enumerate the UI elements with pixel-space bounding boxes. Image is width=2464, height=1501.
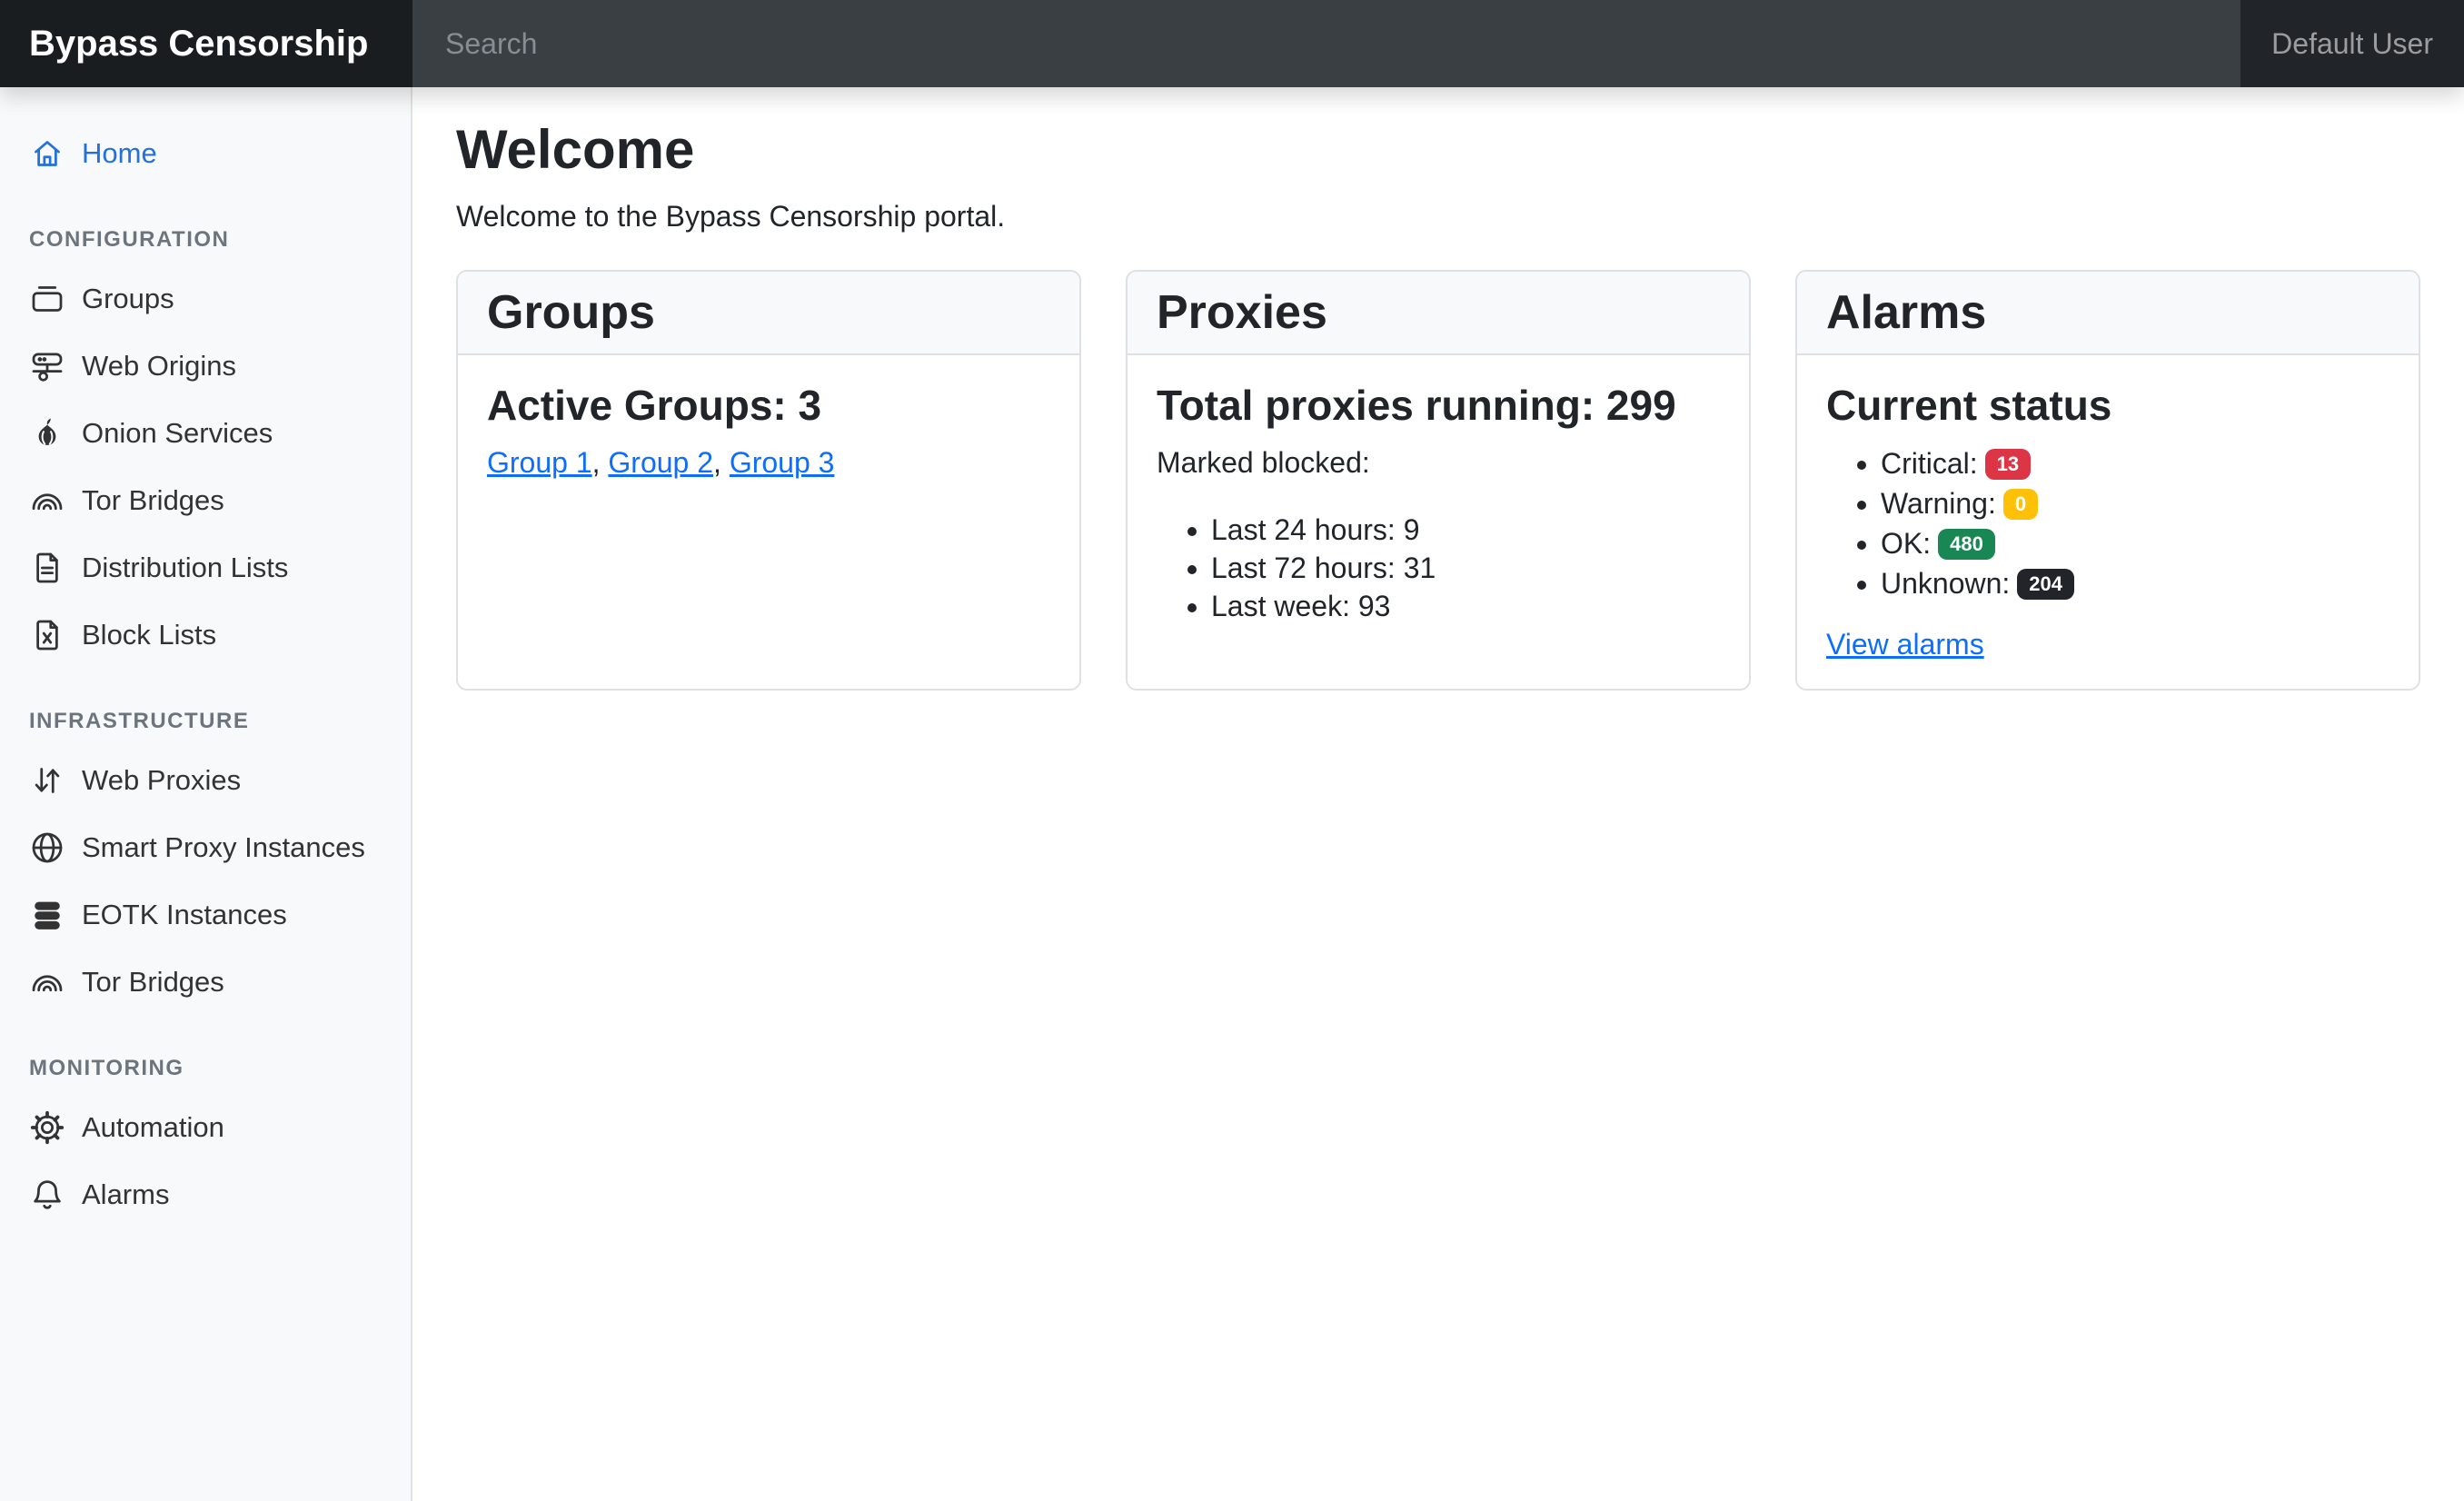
list-item: Last week: 93	[1211, 587, 1720, 625]
sidebar-item-label: Onion Services	[82, 414, 273, 452]
sidebar: Home CONFIGURATION Groups Web O	[0, 87, 412, 1501]
sidebar-item-label: Tor Bridges	[82, 963, 224, 1001]
collection-icon	[29, 281, 65, 317]
sidebar-item-label: Groups	[82, 280, 174, 318]
dashboard-cards: Groups Active Groups: 3 Group 1, Group 2…	[456, 270, 2420, 691]
sidebar-item-distribution-lists[interactable]: Distribution Lists	[0, 534, 412, 601]
search-input[interactable]	[412, 0, 2240, 87]
server-network-icon	[29, 348, 65, 384]
group-3-link[interactable]: Group 3	[730, 446, 835, 479]
sidebar-item-label: Tor Bridges	[82, 482, 224, 520]
warning-count-badge: 0	[2003, 489, 2038, 520]
house-icon	[29, 135, 65, 172]
critical-count-badge: 13	[1985, 449, 2031, 480]
groups-card: Groups Active Groups: 3 Group 1, Group 2…	[456, 270, 1081, 691]
group-links: Group 1, Group 2, Group 3	[487, 443, 1050, 482]
rainbow-icon	[29, 482, 65, 519]
sidebar-item-label: Block Lists	[82, 616, 216, 654]
group-1-link[interactable]: Group 1	[487, 446, 592, 479]
proxies-card-title: Proxies	[1157, 284, 1720, 341]
group-2-link[interactable]: Group 2	[608, 446, 713, 479]
stack-icon	[29, 897, 65, 933]
marked-blocked-label: Marked blocked:	[1157, 443, 1720, 482]
sidebar-item-automation[interactable]: Automation	[0, 1094, 412, 1161]
globe-icon	[29, 830, 65, 866]
onion-icon	[29, 415, 65, 452]
sidebar-nav-configuration: Groups Web Origins Onion Services	[0, 265, 412, 669]
sidebar-item-label: Web Origins	[82, 347, 236, 385]
alarms-card-header: Alarms	[1797, 272, 2419, 355]
sidebar-item-eotk-instances[interactable]: EOTK Instances	[0, 881, 412, 949]
blocked-list: Last 24 hours: 9 Last 72 hours: 31 Last …	[1157, 511, 1720, 625]
alarms-card-body: Current status Critical:13 Warning:0 OK:…	[1797, 355, 2419, 689]
list-item-unknown: Unknown:204	[1881, 563, 2389, 603]
alarms-card: Alarms Current status Critical:13 Warnin…	[1795, 270, 2420, 691]
proxies-card: Proxies Total proxies running: 299 Marke…	[1126, 270, 1751, 691]
sidebar-item-label: Smart Proxy Instances	[82, 829, 365, 867]
alarms-card-title: Alarms	[1826, 284, 2389, 341]
brand-link[interactable]: Bypass Censorship	[0, 0, 412, 87]
list-item-critical: Critical:13	[1881, 443, 2389, 483]
proxies-card-header: Proxies	[1128, 272, 1749, 355]
separator: ,	[592, 446, 609, 479]
status-label: OK:	[1881, 527, 1931, 560]
groups-card-header: Groups	[458, 272, 1079, 355]
total-proxies-heading: Total proxies running: 299	[1157, 381, 1720, 431]
file-text-icon	[29, 550, 65, 586]
current-status-heading: Current status	[1826, 381, 2389, 431]
sidebar-item-label: EOTK Instances	[82, 896, 287, 934]
sidebar-item-alarms[interactable]: Alarms	[0, 1161, 412, 1228]
sidebar-item-label: Web Proxies	[82, 761, 241, 800]
sidebar-item-label: Distribution Lists	[82, 549, 288, 587]
status-label: Unknown:	[1881, 567, 2010, 600]
ok-count-badge: 480	[1938, 529, 1995, 560]
bell-icon	[29, 1177, 65, 1213]
view-alarms-link[interactable]: View alarms	[1826, 628, 1984, 661]
gear-icon	[29, 1109, 65, 1146]
main-content: Welcome Welcome to the Bypass Censorship…	[412, 87, 2464, 1501]
list-item: Last 72 hours: 31	[1211, 549, 1720, 587]
intro-text: Welcome to the Bypass Censorship portal.	[456, 197, 2420, 235]
status-label: Critical:	[1881, 447, 1978, 480]
sidebar-item-tor-bridges-infra[interactable]: Tor Bridges	[0, 949, 412, 1016]
page-title: Welcome	[456, 118, 2420, 181]
list-item: Last 24 hours: 9	[1211, 511, 1720, 549]
sidebar-heading-monitoring: MONITORING	[0, 1056, 412, 1081]
unknown-count-badge: 204	[2017, 569, 2074, 600]
sidebar-item-label: Automation	[82, 1108, 224, 1147]
sidebar-item-label: Home	[82, 134, 157, 173]
sidebar-nav-infrastructure: Web Proxies Smart Proxy Instances EOTK I…	[0, 747, 412, 1016]
sidebar-heading-configuration: CONFIGURATION	[0, 227, 412, 253]
groups-card-body: Active Groups: 3 Group 1, Group 2, Group…	[458, 355, 1079, 689]
status-list: Critical:13 Warning:0 OK:480 Unknown:204	[1826, 443, 2389, 603]
sidebar-nav-monitoring: Automation Alarms	[0, 1094, 412, 1228]
separator: ,	[713, 446, 730, 479]
sidebar-item-onion-services[interactable]: Onion Services	[0, 400, 412, 467]
arrow-down-up-icon	[29, 762, 65, 799]
user-menu[interactable]: Default User	[2240, 0, 2464, 87]
sidebar-item-smart-proxy-instances[interactable]: Smart Proxy Instances	[0, 814, 412, 881]
sidebar-item-block-lists[interactable]: Block Lists	[0, 601, 412, 669]
view-alarms-wrap: View alarms	[1826, 625, 2389, 663]
sidebar-item-home[interactable]: Home	[0, 120, 412, 187]
sidebar-heading-infrastructure: INFRASTRUCTURE	[0, 709, 412, 734]
active-groups-heading: Active Groups: 3	[487, 381, 1050, 431]
rainbow-icon	[29, 964, 65, 1000]
sidebar-item-web-origins[interactable]: Web Origins	[0, 333, 412, 400]
proxies-card-body: Total proxies running: 299 Marked blocke…	[1128, 355, 1749, 689]
sidebar-item-label: Alarms	[82, 1176, 169, 1214]
sidebar-item-tor-bridges[interactable]: Tor Bridges	[0, 467, 412, 534]
status-label: Warning:	[1881, 487, 1996, 520]
sidebar-item-groups[interactable]: Groups	[0, 265, 412, 333]
groups-card-title: Groups	[487, 284, 1050, 341]
file-x-icon	[29, 617, 65, 653]
top-navbar: Bypass Censorship Default User	[0, 0, 2464, 87]
list-item-warning: Warning:0	[1881, 483, 2389, 523]
list-item-ok: OK:480	[1881, 523, 2389, 563]
app-shell: Home CONFIGURATION Groups Web O	[0, 87, 2464, 1501]
sidebar-nav-home: Home	[0, 120, 412, 187]
sidebar-item-web-proxies[interactable]: Web Proxies	[0, 747, 412, 814]
